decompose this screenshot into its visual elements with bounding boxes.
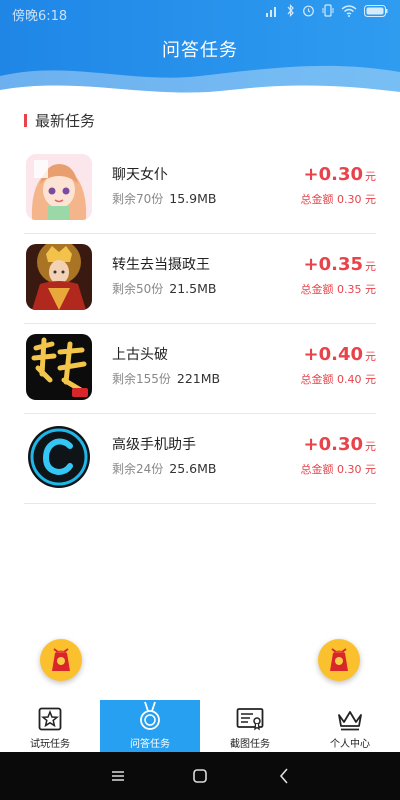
reward-amount: +0.35 [303, 254, 364, 275]
section-accent-bar [24, 113, 27, 127]
reward-unit: 元 [365, 350, 376, 363]
alarm-icon [303, 5, 314, 17]
task-size: 25.6MB [169, 461, 217, 476]
app-screen: 傍晚6:18 问答任务 最新任务 聊天女仆 剩余70份 15.9MB +0.30… [0, 0, 400, 800]
red-packet-button-right[interactable] [318, 639, 360, 681]
tab-label: 试玩任务 [30, 739, 70, 750]
task-item[interactable]: 聊天女仆 剩余70份 15.9MB +0.30 元 总金额 0.30 元 [24, 144, 376, 234]
status-bar: 傍晚6:18 [0, 0, 400, 26]
crown-icon [338, 711, 362, 731]
menu-icon[interactable] [110, 766, 126, 786]
tab-trial-tasks[interactable]: 试玩任务 [0, 700, 100, 752]
task-name: 上古头破 [112, 347, 168, 363]
task-name: 高级手机助手 [112, 437, 196, 453]
task-size: 221MB [176, 371, 221, 386]
reward-amount: +0.30 [303, 434, 364, 455]
tab-profile[interactable]: 个人中心 [300, 700, 400, 752]
task-meta: 剩余155份 221MB [112, 370, 220, 387]
header-wave [0, 65, 400, 104]
red-packet-button-left[interactable] [40, 639, 82, 681]
tab-qa-tasks[interactable]: 问答任务 [100, 700, 200, 752]
tab-label: 个人中心 [330, 739, 370, 750]
reward-amount: +0.30 [303, 164, 364, 185]
task-reward: +0.30 元 总金额 0.30 元 [301, 164, 377, 207]
bottom-tab-bar: 试玩任务 问答任务 截图任务 个人中心 [0, 700, 400, 752]
tab-screenshot-tasks[interactable]: 截图任务 [200, 700, 300, 752]
empress-app-icon [26, 244, 92, 310]
doupo-app-icon [26, 334, 92, 400]
medal-icon [140, 701, 160, 730]
section-title: 最新任务 [35, 111, 96, 130]
task-item[interactable]: 上古头破 剩余155份 221MB +0.40 元 总金额 0.40 元 [24, 324, 376, 414]
star-box-icon [38, 707, 62, 731]
anime-girl-app-icon [26, 154, 92, 220]
task-remaining: 剩余24份 [112, 462, 164, 476]
task-meta: 剩余24份 25.6MB [112, 460, 216, 477]
task-size: 15.9MB [169, 191, 217, 206]
reward-total: 总金额 0.30 元 [300, 463, 377, 476]
status-time: 傍晚6:18 [12, 9, 68, 24]
section-header: 最新任务 [24, 110, 95, 130]
reward-total: 总金额 0.35 元 [300, 283, 377, 296]
task-reward: +0.30 元 总金额 0.30 元 [301, 434, 377, 477]
page-title: 问答任务 [162, 40, 238, 61]
reward-amount: +0.40 [303, 344, 364, 365]
header: 傍晚6:18 问答任务 [0, 0, 400, 104]
red-packet-icon [330, 648, 348, 671]
reward-total: 总金额 0.30 元 [300, 193, 377, 206]
task-item[interactable]: 转生去当摄政王 剩余50份 21.5MB +0.35 元 总金额 0.35 元 [24, 234, 376, 324]
reward-unit: 元 [365, 440, 376, 453]
wifi-icon [341, 4, 357, 17]
sim-signal-icon [266, 6, 276, 17]
task-name: 转生去当摄政王 [112, 257, 210, 273]
task-remaining: 剩余50份 [112, 282, 164, 296]
reward-unit: 元 [365, 260, 376, 273]
task-meta: 剩余70份 15.9MB [112, 190, 216, 207]
task-size: 21.5MB [169, 281, 217, 296]
task-item[interactable]: 高级手机助手 剩余24份 25.6MB +0.30 元 总金额 0.30 元 [24, 414, 376, 504]
tab-label: 问答任务 [130, 739, 170, 750]
battery-icon [364, 4, 388, 17]
back-icon[interactable] [276, 766, 292, 786]
task-remaining: 剩余155份 [112, 372, 171, 386]
system-nav-bar [0, 752, 400, 800]
reward-total: 总金额 0.40 元 [300, 373, 377, 386]
bluetooth-icon [287, 4, 294, 17]
home-icon[interactable] [192, 766, 208, 786]
task-meta: 剩余50份 21.5MB [112, 280, 216, 297]
task-name: 聊天女仆 [112, 167, 168, 183]
task-remaining: 剩余70份 [112, 192, 164, 206]
tab-label: 截图任务 [230, 739, 270, 750]
certificate-icon [236, 708, 264, 731]
status-icons [266, 4, 388, 17]
c-ring-app-icon [26, 424, 92, 490]
reward-unit: 元 [365, 170, 376, 183]
task-reward: +0.40 元 总金额 0.40 元 [301, 344, 377, 387]
red-packet-icon [52, 648, 70, 671]
vibrate-icon [322, 4, 334, 17]
task-reward: +0.35 元 总金额 0.35 元 [301, 254, 377, 297]
